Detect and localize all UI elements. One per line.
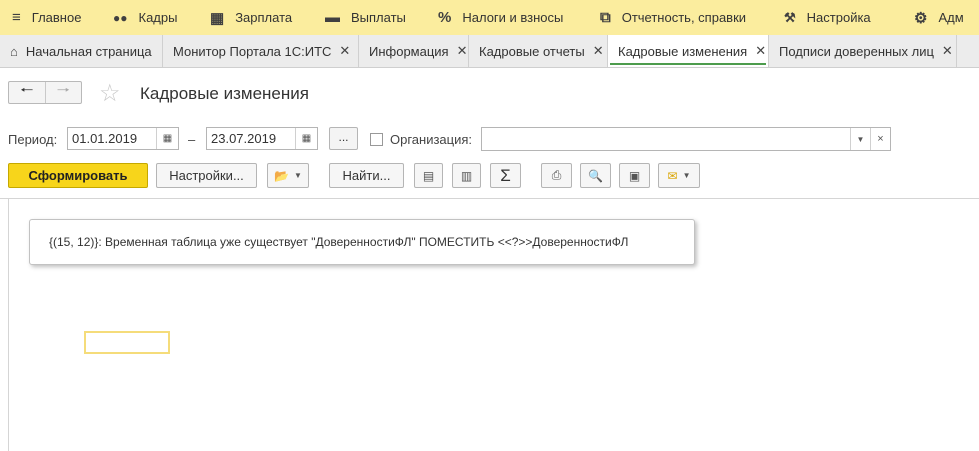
- print-button[interactable]: ⎙: [541, 163, 572, 188]
- percent-icon: %: [438, 9, 452, 26]
- wallet-icon: ▬: [325, 9, 340, 26]
- open-tabs-bar: ⌂ Начальная страница Монитор Портала 1С:…: [0, 35, 979, 68]
- tab-hr-changes[interactable]: Кадровые изменения ✕: [608, 35, 769, 67]
- organization-checkbox[interactable]: [370, 133, 383, 146]
- variants-button[interactable]: 📂 ▼: [267, 163, 309, 188]
- menu-item-label: Кадры: [138, 10, 178, 25]
- tab-label: Подписи доверенных лиц: [779, 43, 934, 59]
- menu-item-hr[interactable]: ●● Кадры: [103, 0, 200, 35]
- wrench-icon: ⚒: [784, 9, 796, 25]
- menu-item-label: Адм: [938, 10, 964, 25]
- period-select-button[interactable]: ...: [329, 127, 358, 150]
- tab-label: Кадровые изменения: [618, 43, 748, 59]
- settings-button[interactable]: Настройки...: [156, 163, 257, 188]
- forward-arrow-icon[interactable]: 🠒: [44, 82, 82, 103]
- dropdown-icon[interactable]: ▼: [850, 128, 870, 150]
- close-icon[interactable]: ✕: [755, 43, 766, 59]
- tab-hr-reports[interactable]: Кадровые отчеты ✕: [469, 35, 608, 67]
- calendar-icon[interactable]: ▦: [156, 128, 178, 149]
- page-title: Кадровые изменения: [140, 84, 309, 103]
- menu-item-reports[interactable]: ⧉ Отчетность, справки: [590, 0, 774, 35]
- menu-item-payments[interactable]: ▬ Выплаты: [315, 0, 428, 35]
- organization-field[interactable]: ▼ ×: [481, 127, 891, 151]
- favorite-star-icon[interactable]: ☆: [99, 79, 121, 108]
- top-menu: ≡ Главное ●● Кадры ▦ Зарплата ▬ Выплаты …: [0, 0, 979, 35]
- hamburger-icon: ≡: [12, 9, 21, 26]
- back-arrow-icon[interactable]: 🠐: [9, 82, 45, 103]
- tab-information[interactable]: Информация ✕: [359, 35, 469, 67]
- tab-signatures[interactable]: Подписи доверенных лиц ✕: [769, 35, 957, 67]
- tab-home[interactable]: ⌂ Начальная страница: [0, 35, 163, 67]
- expand-groups-icon: ▥: [460, 168, 473, 183]
- tab-label: Информация: [369, 43, 449, 59]
- send-button[interactable]: ✉ ▼: [658, 163, 700, 188]
- menu-item-taxes[interactable]: % Налоги и взносы: [428, 0, 590, 35]
- people-icon: ●●: [113, 10, 128, 25]
- menu-item-salary[interactable]: ▦ Зарплата: [200, 0, 315, 35]
- documents-icon: ⧉: [600, 9, 611, 26]
- period-label: Период:: [8, 132, 58, 147]
- save-button[interactable]: ▣: [619, 163, 650, 188]
- preview-button[interactable]: 🔍: [580, 163, 611, 188]
- close-icon[interactable]: ✕: [457, 43, 468, 59]
- close-icon[interactable]: ✕: [339, 43, 350, 59]
- period-dash: –: [188, 132, 196, 147]
- printer-icon: ⎙: [551, 168, 562, 182]
- menu-item-label: Выплаты: [351, 10, 406, 25]
- period-to-value: 23.07.2019: [211, 131, 277, 146]
- organization-label: Организация:: [390, 132, 473, 147]
- error-message: {(15, 12)}: Временная таблица уже сущест…: [29, 219, 695, 265]
- variants-icon: 📂: [274, 168, 290, 183]
- tab-its-monitor[interactable]: Монитор Портала 1С:ИТС ✕: [163, 35, 359, 67]
- collapse-button[interactable]: ▤: [414, 163, 443, 188]
- find-button[interactable]: Найти...: [329, 163, 404, 188]
- menu-item-label: Главное: [31, 10, 82, 25]
- period-from-value: 01.01.2019: [72, 131, 138, 146]
- close-icon[interactable]: ✕: [593, 43, 604, 59]
- home-icon: ⌂: [10, 43, 18, 59]
- selected-cell[interactable]: [84, 331, 170, 354]
- tab-label: Кадровые отчеты: [479, 43, 585, 59]
- envelope-icon: ✉: [667, 168, 678, 183]
- tabs-filler: [957, 35, 979, 67]
- close-icon[interactable]: ✕: [942, 43, 953, 59]
- tab-label: Начальная страница: [25, 43, 152, 59]
- collapse-groups-icon: ▤: [422, 168, 435, 183]
- clear-icon[interactable]: ×: [870, 128, 890, 150]
- menu-item-label: Отчетность, справки: [621, 10, 747, 25]
- generate-button[interactable]: Сформировать: [8, 163, 148, 188]
- expand-button[interactable]: ▥: [452, 163, 481, 188]
- tab-label: Монитор Портала 1С:ИТС: [173, 43, 332, 59]
- sum-button[interactable]: Σ: [490, 163, 521, 188]
- gear-icon: ⚙: [914, 9, 928, 27]
- navigation-buttons: 🠐 🠒: [8, 81, 82, 104]
- menu-item-admin[interactable]: ⚙ Адм: [904, 0, 979, 35]
- period-to-field[interactable]: 23.07.2019 ▦: [206, 127, 318, 150]
- menu-item-label: Настройка: [806, 10, 871, 25]
- calendar-icon[interactable]: ▦: [295, 128, 317, 149]
- error-message-text: {(15, 12)}: Временная таблица уже сущест…: [49, 235, 629, 249]
- menu-item-label: Налоги и взносы: [462, 10, 564, 25]
- menu-item-settings[interactable]: ⚒ Настройка: [774, 0, 904, 35]
- period-from-field[interactable]: 01.01.2019 ▦: [67, 127, 179, 150]
- menu-item-main[interactable]: ≡ Главное: [0, 0, 103, 35]
- sigma-icon: Σ: [500, 165, 511, 185]
- floppy-disk-icon: ▣: [628, 168, 641, 183]
- chevron-down-icon: ▼: [294, 171, 302, 180]
- calculator-icon: ▦: [210, 9, 225, 27]
- print-preview-icon: 🔍: [588, 168, 603, 183]
- menu-item-label: Зарплата: [235, 10, 293, 25]
- chevron-down-icon: ▼: [682, 171, 691, 180]
